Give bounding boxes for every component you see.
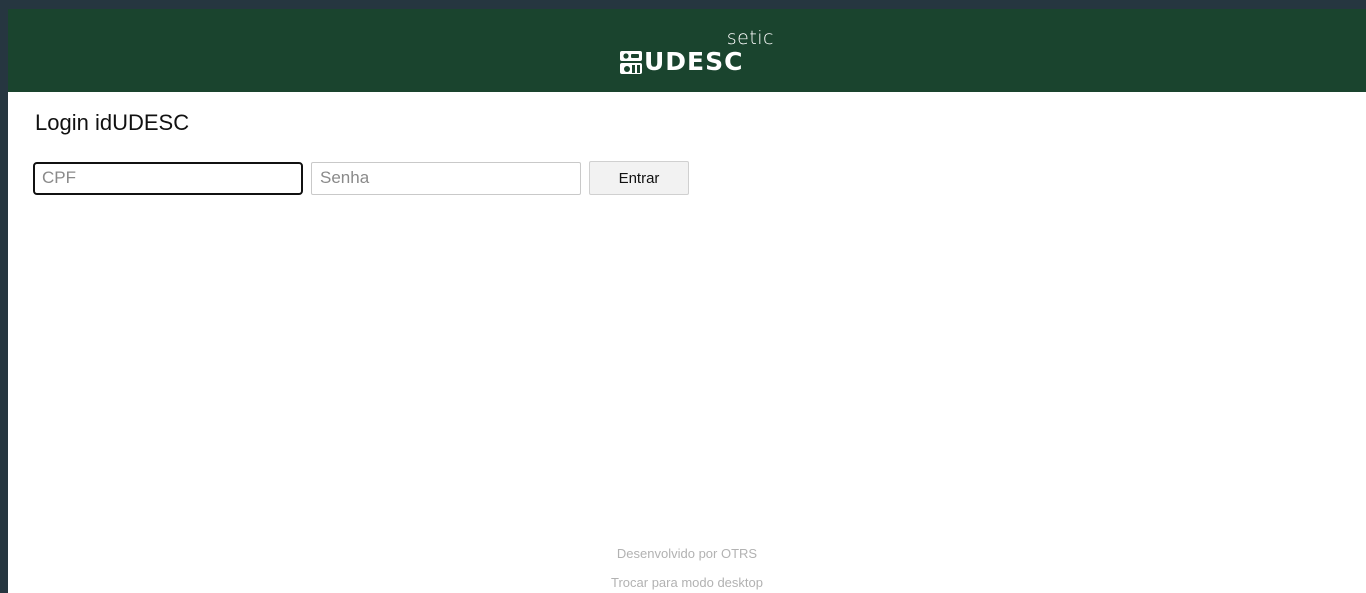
udesc-logo-icon (620, 51, 642, 74)
site-header: setic UDESC (8, 9, 1366, 92)
browser-page: setic UDESC Login idUDESC Entrar Desenvo… (8, 9, 1366, 593)
brand-name: UDESC (644, 47, 744, 76)
brand: setic UDESC (618, 27, 774, 77)
footer-desktop: Trocar para modo desktop (8, 575, 1366, 590)
powered-by-text: Desenvolvido por OTRS (616, 546, 758, 561)
login-button[interactable]: Entrar (589, 161, 689, 195)
desktop-mode-link[interactable]: Trocar para modo desktop (611, 575, 763, 590)
password-input[interactable] (311, 161, 581, 195)
page-title: Login idUDESC (35, 110, 190, 135)
cpf-input[interactable] (33, 161, 303, 195)
footer-powered-by: Desenvolvido por OTRS (8, 546, 1366, 561)
login-form: Entrar (33, 161, 689, 195)
brand-subtitle: setic (726, 27, 774, 49)
